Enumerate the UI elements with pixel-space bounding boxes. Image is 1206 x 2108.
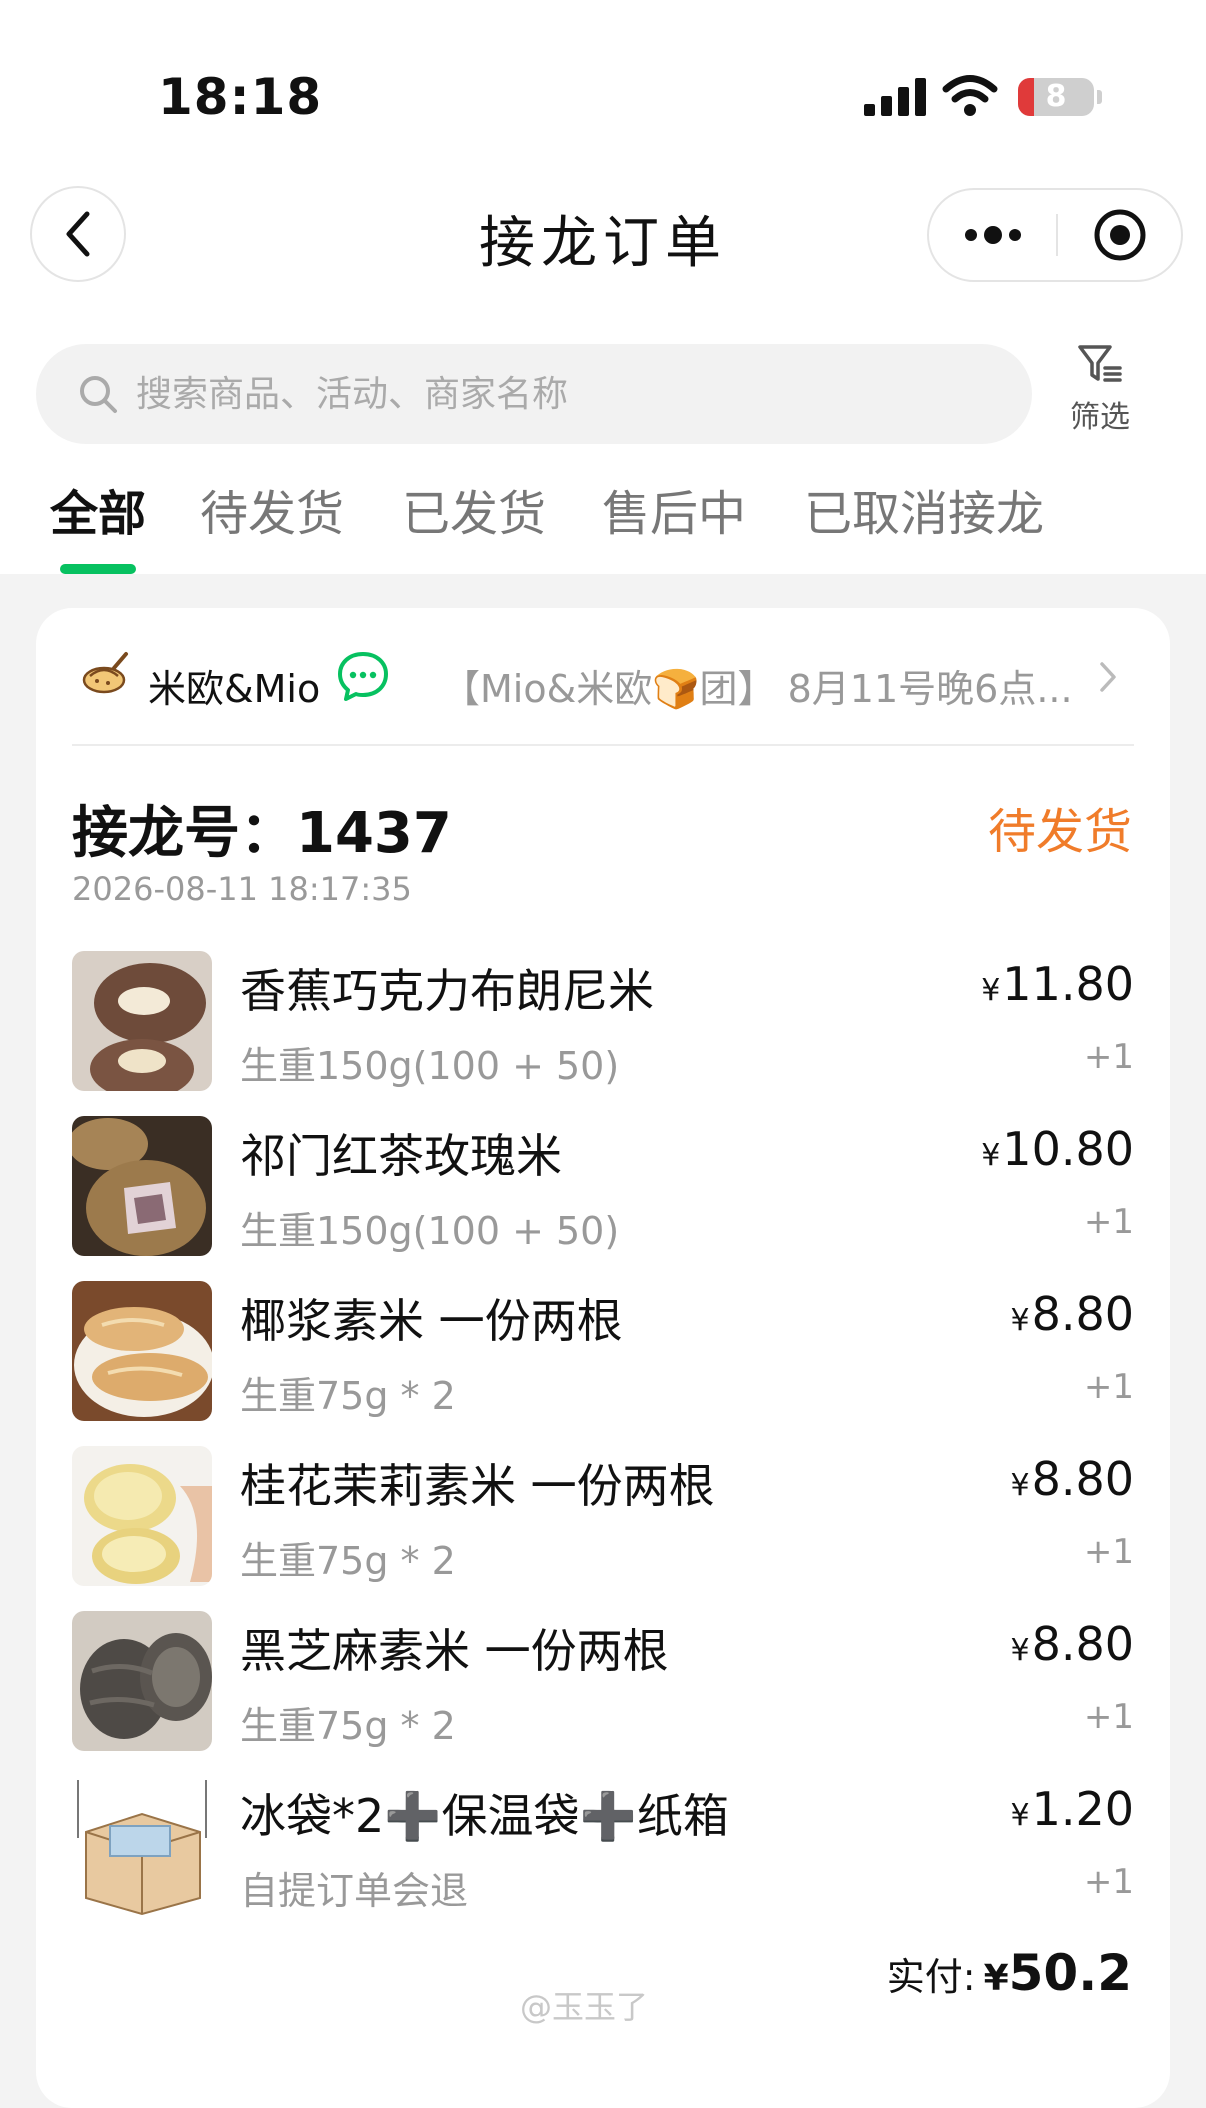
item-spec: 生重75g * 2 xyxy=(240,1704,456,1748)
product-image xyxy=(72,1116,212,1256)
item-price-value: 11.80 xyxy=(1002,957,1134,1011)
mini-program-capsule xyxy=(927,188,1183,282)
search-input[interactable] xyxy=(136,344,996,444)
filter-label: 筛选 xyxy=(1070,400,1130,435)
tab-shipped[interactable]: 已发货 xyxy=(402,474,546,544)
active-tab-indicator xyxy=(60,564,136,574)
item-price: ¥10.80 xyxy=(981,1122,1134,1176)
search-icon xyxy=(80,376,117,413)
watermark: @玉玉了 xyxy=(520,1988,649,2026)
filter-icon xyxy=(1078,345,1122,382)
item-spec: 生重150g(100 + 50) xyxy=(240,1044,620,1088)
shop-name: 米欧&Mio xyxy=(148,667,321,711)
item-quantity: +1 xyxy=(1083,1367,1134,1407)
item-price: ¥8.80 xyxy=(1010,1617,1134,1671)
order-item[interactable]: 黑芝麻素米 一份两根 生重75g * 2 ¥8.80 +1 xyxy=(72,1611,1134,1751)
chat-icon[interactable] xyxy=(336,650,390,702)
item-price-value: 8.80 xyxy=(1031,1287,1134,1341)
item-quantity: +1 xyxy=(1083,1862,1134,1902)
wifi-icon xyxy=(942,75,998,116)
item-name: 桂花茉莉素米 一份两根 xyxy=(240,1459,715,1513)
battery-level: 8 xyxy=(1045,79,1067,114)
currency-symbol: ¥ xyxy=(981,1138,1001,1173)
currency-symbol: ¥ xyxy=(1010,1798,1030,1833)
order-item[interactable]: 香蕉巧克力布朗尼米 生重150g(100 + 50) ¥11.80 +1 xyxy=(72,951,1134,1091)
order-time: 2026-08-11 18:17:35 xyxy=(72,870,412,908)
item-price-value: 1.20 xyxy=(1031,1782,1134,1836)
tab-after-sales[interactable]: 售后中 xyxy=(602,474,746,544)
item-price-value: 10.80 xyxy=(1002,1122,1134,1176)
order-status: 待发货 xyxy=(987,804,1132,860)
close-mini-program-button[interactable] xyxy=(1058,190,1181,280)
item-quantity: +1 xyxy=(1083,1532,1134,1572)
item-spec: 生重150g(100 + 50) xyxy=(240,1209,620,1253)
item-price: ¥8.80 xyxy=(1010,1452,1134,1506)
product-image xyxy=(72,951,212,1091)
order-total: 实付: ¥50.2 xyxy=(887,1944,1132,2002)
more-dots-icon xyxy=(964,226,1021,244)
tab-all[interactable]: 全部 xyxy=(50,474,146,544)
item-price-value: 8.80 xyxy=(1031,1452,1134,1506)
product-image xyxy=(72,1776,212,1916)
item-quantity: +1 xyxy=(1083,1202,1134,1242)
item-quantity: +1 xyxy=(1083,1037,1134,1077)
item-price-value: 8.80 xyxy=(1031,1617,1134,1671)
order-item[interactable]: 祁门红茶玫瑰米 生重150g(100 + 50) ¥10.80 +1 xyxy=(72,1116,1134,1256)
order-card[interactable]: 米欧&Mio 【Mio&米欧🍞团】 8月11号晚6点... 接龙号：1437 待… xyxy=(36,608,1170,2108)
item-price: ¥1.20 xyxy=(1010,1782,1134,1836)
item-name: 祁门红茶玫瑰米 xyxy=(240,1129,562,1183)
item-name: 香蕉巧克力布朗尼米 xyxy=(240,964,654,1018)
battery-icon: 8 xyxy=(1018,78,1094,116)
target-circle-icon xyxy=(1094,209,1145,261)
order-number: 接龙号：1437 xyxy=(72,801,452,866)
item-name: 冰袋*2➕保温袋➕纸箱 xyxy=(240,1789,729,1843)
item-spec: 生重75g * 2 xyxy=(240,1539,456,1583)
tab-cancelled[interactable]: 已取消接龙 xyxy=(804,474,1044,544)
item-quantity: +1 xyxy=(1083,1697,1134,1737)
order-item[interactable]: 冰袋*2➕保温袋➕纸箱 自提订单会退 ¥1.20 +1 xyxy=(72,1776,1134,1916)
order-item[interactable]: 桂花茉莉素米 一份两根 生重75g * 2 ¥8.80 +1 xyxy=(72,1446,1134,1586)
currency-symbol: ¥ xyxy=(1010,1303,1030,1338)
shop-logo xyxy=(82,652,128,694)
activity-title: 【Mio&米欧🍞团】 8月11号晚6点... xyxy=(442,667,1073,711)
currency-symbol: ¥ xyxy=(983,1958,1009,1999)
product-image xyxy=(72,1281,212,1421)
currency-symbol: ¥ xyxy=(981,973,1001,1008)
currency-symbol: ¥ xyxy=(1010,1468,1030,1503)
product-image xyxy=(72,1446,212,1586)
chevron-right-icon xyxy=(1100,662,1116,692)
more-button[interactable] xyxy=(929,190,1056,280)
item-spec: 生重75g * 2 xyxy=(240,1374,456,1418)
item-name: 黑芝麻素米 一份两根 xyxy=(240,1624,669,1678)
item-price: ¥8.80 xyxy=(1010,1287,1134,1341)
filter-button[interactable]: 筛选 xyxy=(1060,344,1140,436)
tab-to-ship[interactable]: 待发货 xyxy=(200,474,344,544)
currency-symbol: ¥ xyxy=(1010,1633,1030,1668)
total-value: 50.2 xyxy=(1008,1944,1132,2002)
item-spec: 自提订单会退 xyxy=(240,1869,469,1913)
total-label: 实付: xyxy=(886,1955,976,1999)
order-item[interactable]: 椰浆素米 一份两根 生重75g * 2 ¥8.80 +1 xyxy=(72,1281,1134,1421)
item-name: 椰浆素米 一份两根 xyxy=(240,1294,623,1348)
status-time: 18:18 xyxy=(158,68,323,126)
shop-row[interactable]: 米欧&Mio 【Mio&米欧🍞团】 8月11号晚6点... xyxy=(36,608,1170,742)
item-price: ¥11.80 xyxy=(981,957,1134,1011)
signal-icon xyxy=(864,78,926,116)
search-bar xyxy=(36,344,1032,444)
product-image xyxy=(72,1611,212,1751)
divider xyxy=(72,744,1134,746)
battery-tip xyxy=(1097,90,1102,104)
